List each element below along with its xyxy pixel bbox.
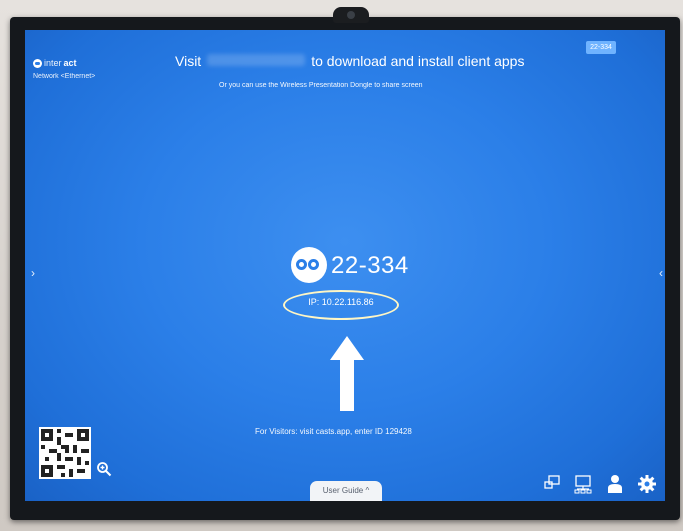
screen-share-icon[interactable]: [543, 474, 561, 492]
dongle-note: Or you can use the Wireless Presentation…: [219, 82, 423, 89]
webcam-lens: [347, 11, 355, 19]
cast-logo-icon: [291, 247, 327, 283]
up-arrow-annotation: [330, 336, 364, 411]
ip-address: IP: 10.22.116.86: [308, 297, 374, 307]
logo-eye-right: [308, 259, 319, 270]
room-name: 22-334: [331, 252, 409, 279]
qr-code[interactable]: [39, 427, 91, 479]
chevron-right-icon[interactable]: ‹: [659, 266, 663, 280]
download-instructions: Visit to download and install client app…: [175, 53, 535, 69]
zoom-in-icon[interactable]: [96, 461, 112, 477]
room-badge: 22-334: [586, 41, 616, 54]
logo-eye-left: [296, 259, 307, 270]
visit-prefix: Visit: [175, 53, 202, 69]
visit-suffix: to download and install client apps: [311, 53, 525, 69]
brand-logo: inter act: [33, 58, 77, 68]
user-icon[interactable]: [607, 474, 623, 494]
brand-bold: act: [63, 58, 77, 68]
brand-prefix: inter: [44, 58, 62, 68]
redacted-url: [207, 54, 306, 66]
brand-logo-icon: [33, 58, 42, 68]
webcam: [333, 7, 369, 23]
display-screen: 22-334 inter act Network <Ethernet> Visit…: [25, 30, 665, 501]
chevron-left-icon[interactable]: ›: [31, 266, 35, 280]
gear-icon[interactable]: [637, 474, 657, 494]
network-status: Network <Ethernet>: [33, 73, 96, 80]
network-devices-icon[interactable]: [573, 474, 593, 494]
visitor-instructions: For Visitors: visit casts.app, enter ID …: [255, 427, 412, 436]
user-guide-tab[interactable]: User Guide ^: [310, 481, 382, 501]
qr-code-pattern: [41, 429, 89, 477]
